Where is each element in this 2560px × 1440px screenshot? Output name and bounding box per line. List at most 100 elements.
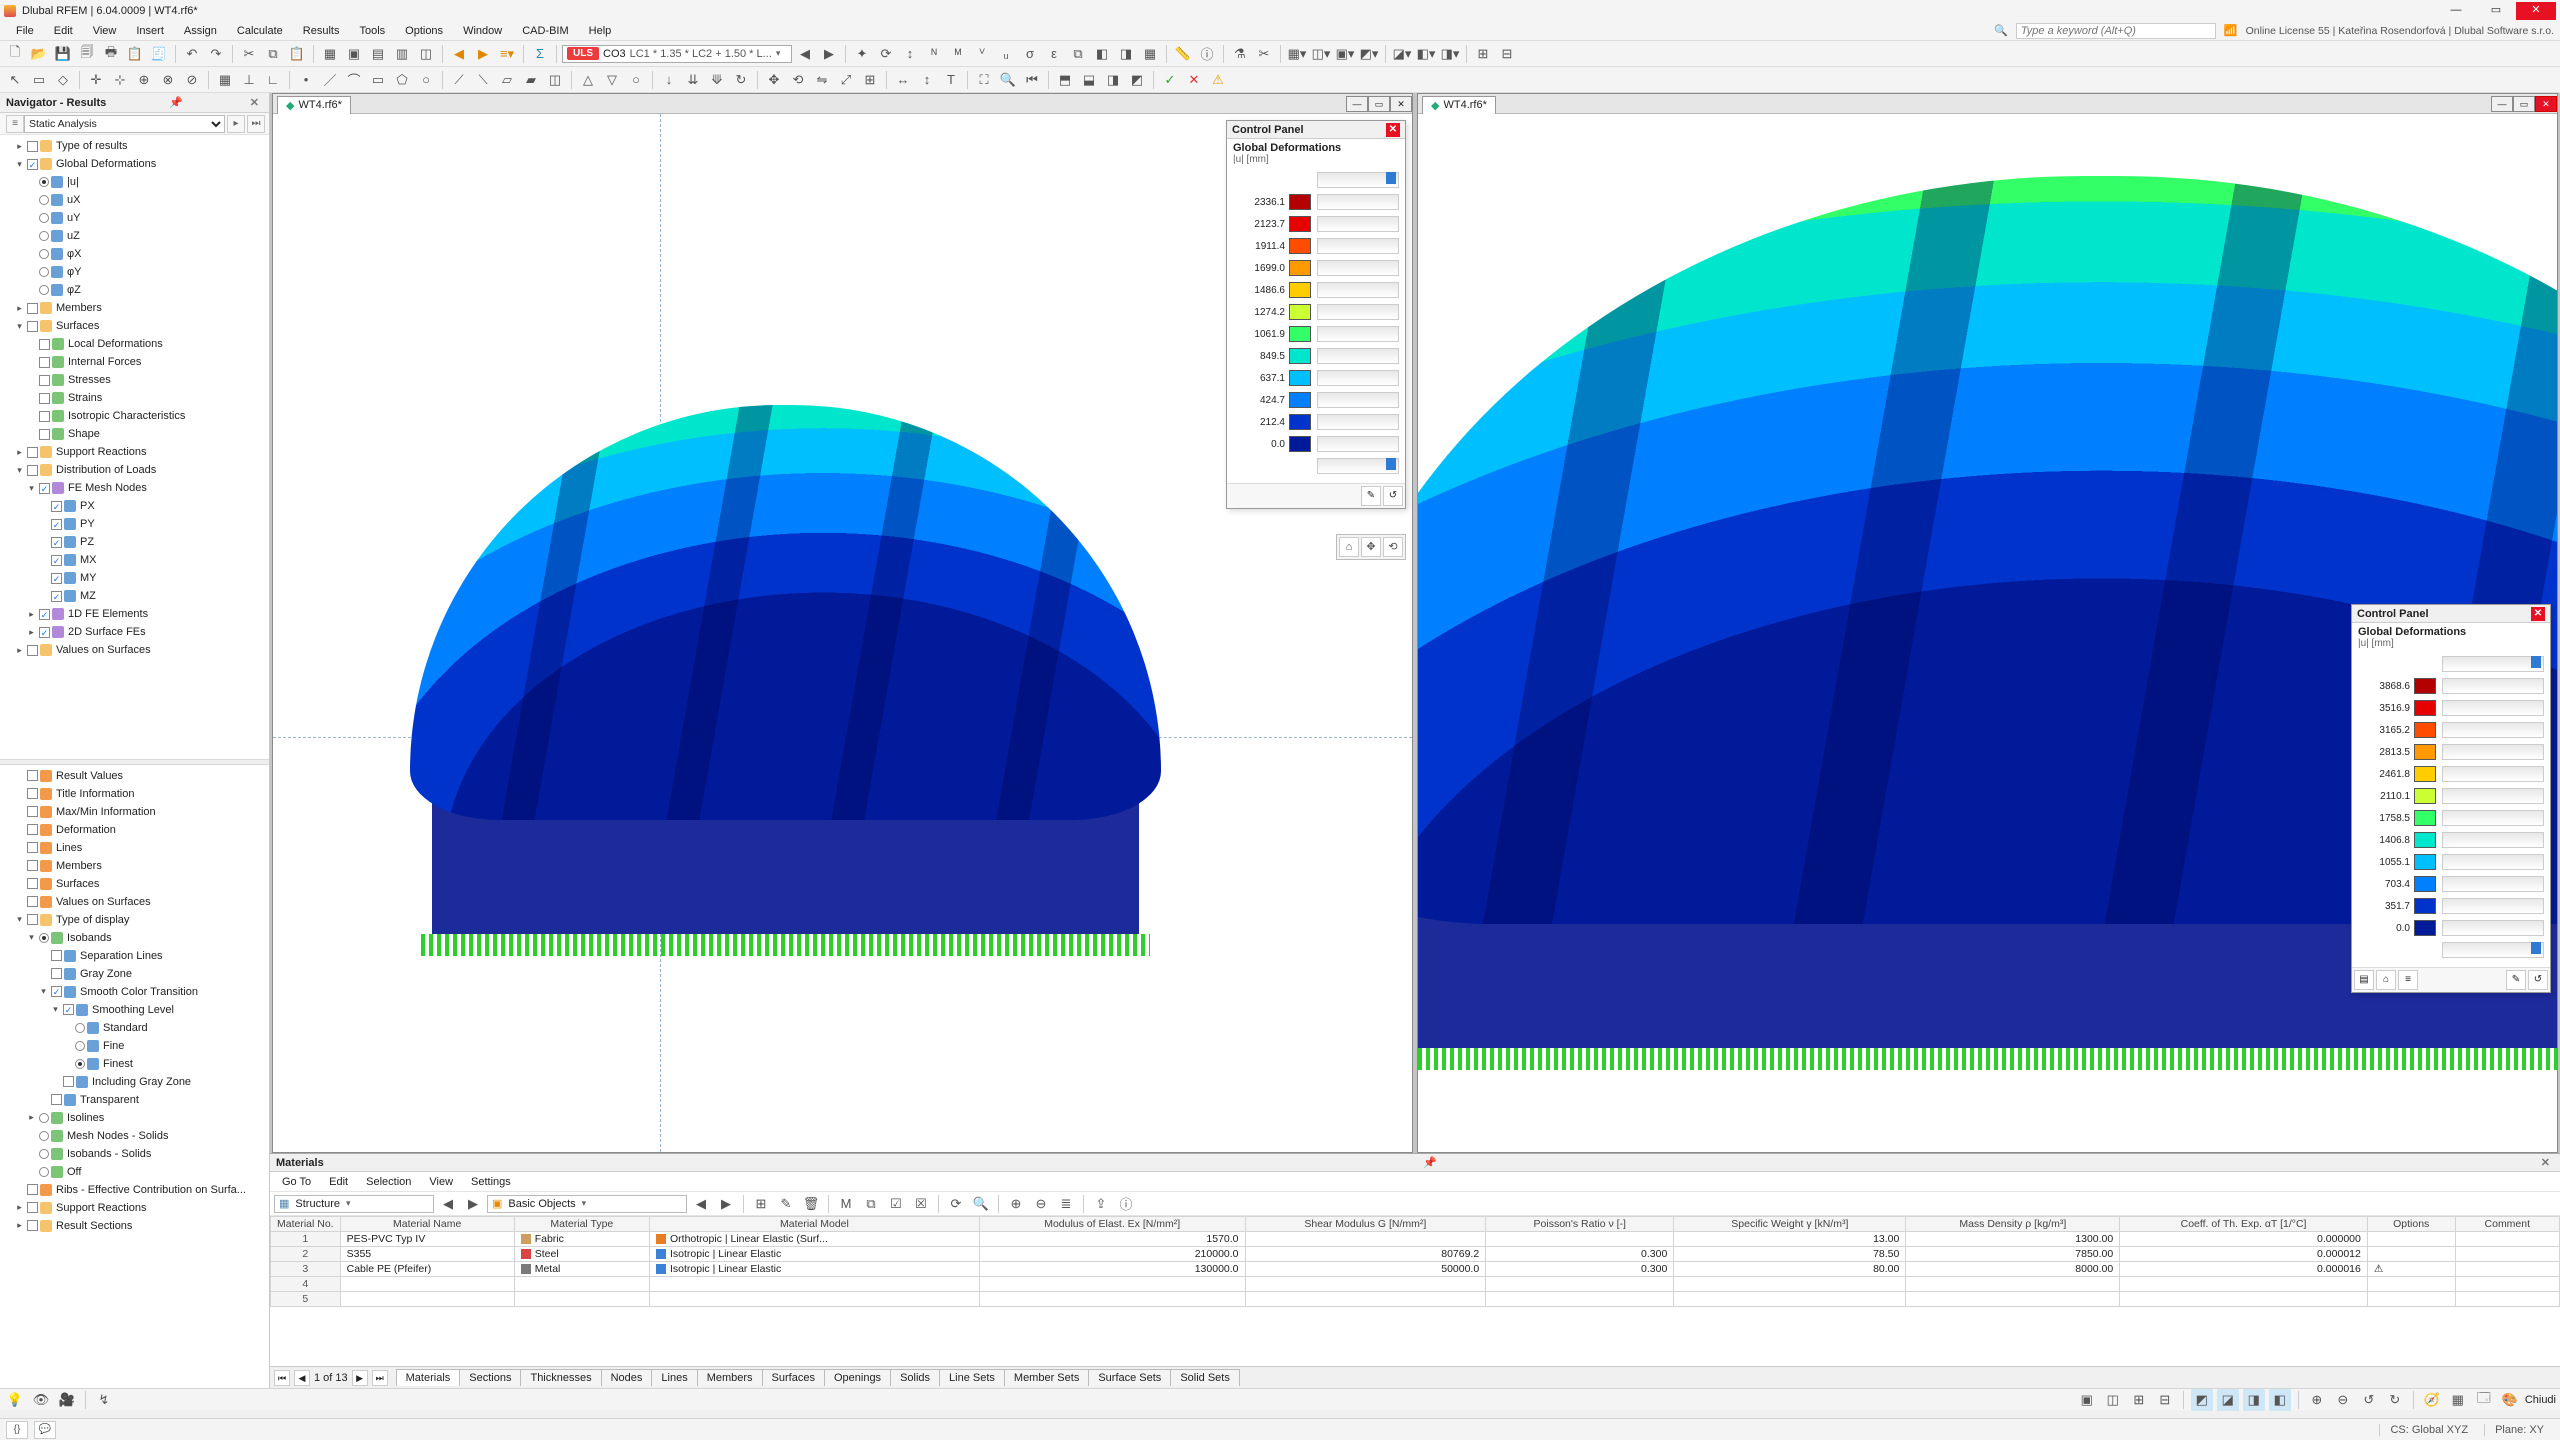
tree-expander[interactable]: [26, 375, 37, 386]
tree-item[interactable]: Standard: [4, 1019, 269, 1037]
bb-3[interactable]: 🎥: [56, 1389, 78, 1411]
bb-vw1[interactable]: ◩: [2191, 1389, 2213, 1411]
tree-checkbox[interactable]: [51, 968, 62, 979]
snap-1[interactable]: ✛: [85, 69, 107, 91]
check-warn[interactable]: ⚠: [1207, 69, 1229, 91]
navigator-tree-top[interactable]: ▸Type of results▾Global Deformations|u|u…: [0, 135, 269, 759]
addon-9[interactable]: ⊟: [1496, 43, 1518, 65]
tree-expander[interactable]: [14, 770, 25, 781]
tree-checkbox[interactable]: [63, 1004, 74, 1015]
tree-item[interactable]: Local Deformations: [4, 335, 269, 353]
mat-pg-first[interactable]: ⏮: [274, 1370, 290, 1386]
tree-radio[interactable]: [39, 267, 49, 277]
view-render-button[interactable]: ▤: [367, 43, 389, 65]
draw-arc[interactable]: ⌒: [343, 69, 365, 91]
tree-expander[interactable]: [38, 950, 49, 961]
measure-button[interactable]: 📏: [1172, 43, 1194, 65]
mat-prev[interactable]: ◀: [437, 1193, 459, 1215]
bb-table[interactable]: ▦: [2447, 1389, 2469, 1411]
mat-tb11[interactable]: ≣: [1055, 1193, 1077, 1215]
mat-tab[interactable]: Lines: [651, 1369, 697, 1386]
tree-item[interactable]: Separation Lines: [4, 947, 269, 965]
mat-col-header[interactable]: Material Name: [340, 1217, 514, 1232]
tree-radio[interactable]: [39, 195, 49, 205]
tree-item[interactable]: PX: [4, 497, 269, 515]
solid-1[interactable]: ◫: [544, 69, 566, 91]
materials-pin[interactable]: 📌: [1419, 1156, 1441, 1169]
tree-item[interactable]: ▸Type of results: [4, 137, 269, 155]
tree-item[interactable]: PZ: [4, 533, 269, 551]
redo-button[interactable]: ↷: [205, 43, 227, 65]
tree-item[interactable]: ▸Isolines: [4, 1109, 269, 1127]
tree-expander[interactable]: [38, 591, 49, 602]
tree-expander[interactable]: ▾: [26, 483, 37, 494]
view-wire-button[interactable]: ▦: [319, 43, 341, 65]
hinge-1[interactable]: ○: [625, 69, 647, 91]
tree-item[interactable]: ▾Surfaces: [4, 317, 269, 335]
snap-3[interactable]: ⊕: [133, 69, 155, 91]
tree-item[interactable]: ▾Smooth Color Transition: [4, 983, 269, 1001]
mat-next2[interactable]: ▶: [715, 1193, 737, 1215]
view-transp-button[interactable]: ▥: [391, 43, 413, 65]
mat-col-header[interactable]: Shear Modulus G [N/mm²]: [1245, 1217, 1486, 1232]
snap-2[interactable]: ⊹: [109, 69, 131, 91]
calc-button[interactable]: Σ: [529, 43, 551, 65]
dim-2[interactable]: ↕: [916, 69, 938, 91]
tree-expander[interactable]: ▸: [26, 1112, 37, 1123]
menu-insert[interactable]: Insert: [126, 23, 174, 39]
tree-expander[interactable]: ▾: [14, 321, 25, 332]
control-panel-right[interactable]: Control Panel✕ Global Deformations |u| […: [2351, 604, 2551, 993]
table-row[interactable]: 1PES-PVC Typ IVFabricOrthotropic | Linea…: [271, 1232, 2560, 1247]
tree-expander[interactable]: [26, 213, 37, 224]
tree-expander[interactable]: [26, 177, 37, 188]
nav-next-button[interactable]: ▸: [227, 115, 245, 133]
tree-radio[interactable]: [75, 1059, 85, 1069]
mat-tb5[interactable]: ⧉: [860, 1193, 882, 1215]
view-min-left[interactable]: —: [1346, 96, 1368, 112]
materials-close[interactable]: ✕: [2537, 1156, 2554, 1169]
tree-checkbox[interactable]: [27, 914, 38, 925]
result-misc2[interactable]: ◧: [1091, 43, 1113, 65]
tree-radio[interactable]: [39, 213, 49, 223]
tree-expander[interactable]: [14, 842, 25, 853]
tree-item[interactable]: ▾Isobands: [4, 929, 269, 947]
tree-expander[interactable]: [62, 1040, 73, 1051]
bb-vp2[interactable]: ◫: [2102, 1389, 2124, 1411]
check-ok[interactable]: ✓: [1159, 69, 1181, 91]
combo-next[interactable]: ▶: [818, 43, 840, 65]
paste-button[interactable]: 📋: [286, 43, 308, 65]
cp-opt2[interactable]: ⌂: [2376, 970, 2396, 990]
axes-toggle[interactable]: ⊥: [238, 69, 260, 91]
table-row[interactable]: 2S355SteelIsotropic | Linear Elastic2100…: [271, 1247, 2560, 1262]
tree-expander[interactable]: ▾: [14, 159, 25, 170]
info-button[interactable]: ⓘ: [1196, 43, 1218, 65]
tree-checkbox[interactable]: [27, 806, 38, 817]
load-case-prev[interactable]: ◀: [448, 43, 470, 65]
menu-help[interactable]: Help: [579, 23, 622, 39]
cp-edit-r[interactable]: ✎: [2506, 970, 2526, 990]
tree-checkbox[interactable]: [39, 357, 50, 368]
print-button[interactable]: 🖶: [100, 43, 122, 65]
tree-radio[interactable]: [75, 1023, 85, 1033]
results-toggle[interactable]: ✦: [851, 43, 873, 65]
copy-button[interactable]: ⧉: [262, 43, 284, 65]
mat-tb7[interactable]: ☒: [910, 1193, 932, 1215]
tree-item[interactable]: ▾FE Mesh Nodes: [4, 479, 269, 497]
result-u[interactable]: ᵤ: [995, 43, 1017, 65]
dim-1[interactable]: ↔: [892, 69, 914, 91]
mat-tb2[interactable]: ✎: [775, 1193, 797, 1215]
mat-menu-selection[interactable]: Selection: [358, 1174, 419, 1190]
mat-tab[interactable]: Nodes: [601, 1369, 653, 1386]
mat-tb6[interactable]: ☑: [885, 1193, 907, 1215]
tree-checkbox[interactable]: [39, 627, 50, 638]
open-file-button[interactable]: 📂: [28, 43, 50, 65]
mat-col-header[interactable]: Material Type: [514, 1217, 649, 1232]
tree-item[interactable]: Isotropic Characteristics: [4, 407, 269, 425]
bb-vp1[interactable]: ▣: [2076, 1389, 2098, 1411]
mat-col-header[interactable]: Poisson's Ratio ν [-]: [1486, 1217, 1674, 1232]
menu-calculate[interactable]: Calculate: [227, 23, 293, 39]
mat-find[interactable]: 🔍: [970, 1193, 992, 1215]
tree-item[interactable]: Transparent: [4, 1091, 269, 1109]
tree-item[interactable]: PY: [4, 515, 269, 533]
tree-item[interactable]: MX: [4, 551, 269, 569]
